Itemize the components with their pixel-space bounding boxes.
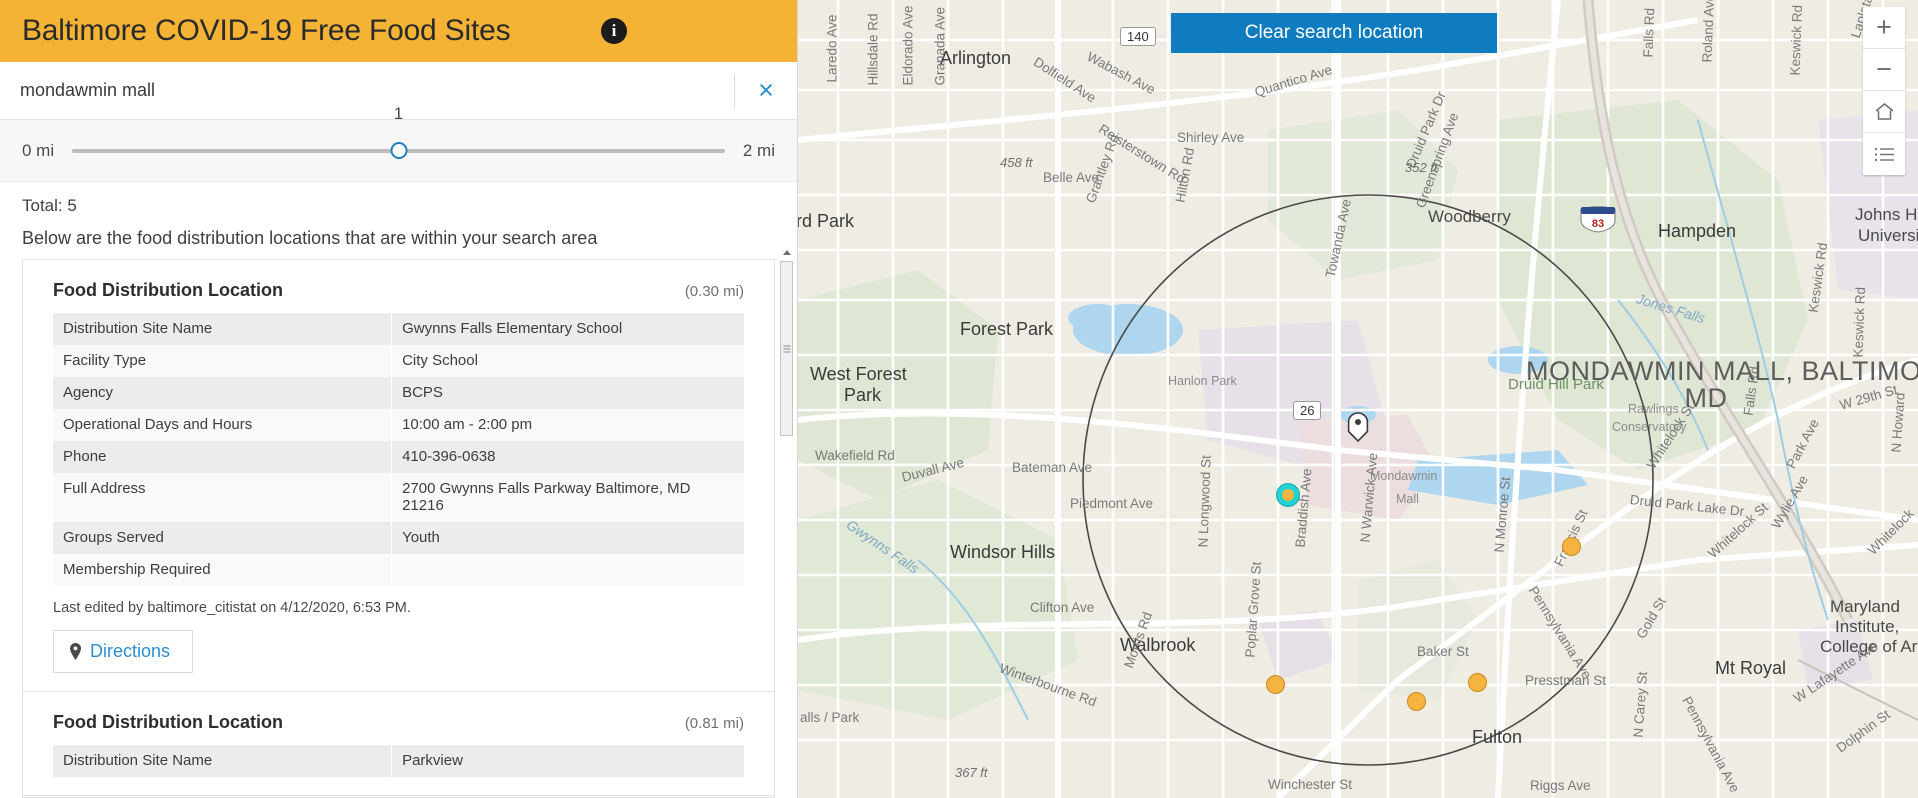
attribute-key: Facility Type xyxy=(53,344,393,377)
map-view[interactable]: Clear search location + − Arlington Fores… xyxy=(798,0,1918,798)
result-card-title: Food Distribution Location xyxy=(53,712,283,732)
table-row: Agency BCPS xyxy=(53,376,744,409)
attribute-value: City School xyxy=(391,344,744,377)
zoom-in-icon[interactable]: + xyxy=(1863,7,1905,49)
attribute-value: 410-396-0638 xyxy=(391,440,744,473)
result-card[interactable]: Food Distribution Location (0.30 mi) Distr… xyxy=(23,260,774,692)
attribute-key: Phone xyxy=(53,440,393,473)
table-row: Full Address 2700 Gwynns Falls Parkway Ba… xyxy=(53,472,744,522)
slider-value-label: 1 xyxy=(393,103,404,123)
info-icon[interactable]: i xyxy=(601,18,627,44)
table-row: Membership Required xyxy=(53,553,744,586)
clear-search-location-button[interactable]: Clear search location xyxy=(1171,13,1497,53)
clear-search-icon[interactable]: × xyxy=(735,62,797,119)
site-marker[interactable] xyxy=(1468,673,1487,692)
page-title: Baltimore COVID-19 Free Food Sites xyxy=(22,14,511,47)
attribute-key: Distribution Site Name xyxy=(53,745,393,777)
panel-scrollbar[interactable] xyxy=(780,245,793,793)
home-icon[interactable] xyxy=(1863,91,1905,133)
table-row: Distribution Site Name Parkview xyxy=(53,745,744,777)
attribute-value: Gwynns Falls Elementary School xyxy=(391,313,744,345)
attribute-key: Distribution Site Name xyxy=(53,313,393,345)
slider-track-wrap[interactable]: 1 xyxy=(72,104,725,168)
site-marker[interactable] xyxy=(1562,537,1581,556)
results-panel: Baltimore COVID-19 Free Food Sites i × 0… xyxy=(0,0,798,798)
scrollbar-grip-icon xyxy=(783,345,790,352)
result-card-header: Food Distribution Location (0.81 mi) xyxy=(53,712,744,733)
attribute-value: Parkview xyxy=(391,745,744,777)
basemap-graphics xyxy=(798,0,1918,798)
table-row: Facility Type City School xyxy=(53,344,744,377)
app-root: Baltimore COVID-19 Free Food Sites i × 0… xyxy=(0,0,1918,798)
legend-list-icon[interactable] xyxy=(1863,133,1905,175)
zoom-out-icon[interactable]: − xyxy=(1863,49,1905,91)
slider-min-label: 0 mi xyxy=(22,140,55,160)
directions-button-label: Directions xyxy=(90,641,171,661)
map-basemap xyxy=(798,0,1918,798)
attribute-value: Youth xyxy=(391,521,744,554)
attribute-value xyxy=(391,553,744,586)
search-location-pin-icon[interactable] xyxy=(1347,412,1369,443)
result-card[interactable]: Food Distribution Location (0.81 mi) Distr… xyxy=(23,692,774,796)
scrollbar-thumb[interactable] xyxy=(780,261,793,436)
attribute-key: Groups Served xyxy=(53,521,393,554)
attribute-key: Membership Required xyxy=(53,553,393,586)
result-card-distance: (0.81 mi) xyxy=(684,715,744,732)
selected-site-marker[interactable] xyxy=(1277,484,1299,506)
attribute-key: Agency xyxy=(53,376,393,409)
slider-max-label: 2 mi xyxy=(742,140,775,160)
map-controls: + − xyxy=(1863,7,1905,175)
result-card-header: Food Distribution Location (0.30 mi) xyxy=(53,280,744,301)
attribute-key: Operational Days and Hours xyxy=(53,408,393,441)
last-edited-text: Last edited by baltimore_citistat on 4/1… xyxy=(53,600,411,616)
attribute-key: Full Address xyxy=(53,472,393,522)
attribute-table: Distribution Site Name Gwynns Falls Eleme… xyxy=(53,313,744,586)
result-card-distance: (0.30 mi) xyxy=(684,283,744,300)
attribute-table: Distribution Site Name Parkview xyxy=(53,745,744,777)
search-input[interactable] xyxy=(0,62,734,119)
map-pin-icon xyxy=(70,643,81,660)
slider-handle[interactable] xyxy=(390,142,407,159)
table-row: Groups Served Youth xyxy=(53,521,744,554)
results-description: Below are the food distribution location… xyxy=(22,228,598,248)
result-card-title: Food Distribution Location xyxy=(53,280,283,300)
total-count: Total: 5 xyxy=(22,196,77,215)
attribute-value: 2700 Gwynns Falls Parkway Baltimore, MD … xyxy=(391,472,744,522)
site-marker[interactable] xyxy=(1266,675,1285,694)
attribute-value: BCPS xyxy=(391,376,744,409)
table-row: Phone 410-396-0638 xyxy=(53,440,744,473)
results-scroll-area[interactable]: Food Distribution Location (0.30 mi) Distr… xyxy=(0,259,797,798)
directions-button[interactable]: Directions xyxy=(53,630,194,673)
table-row: Operational Days and Hours 10:00 am - 2:0… xyxy=(53,408,744,441)
site-marker[interactable] xyxy=(1407,692,1426,711)
table-row: Distribution Site Name Gwynns Falls Eleme… xyxy=(53,313,744,345)
distance-slider: 0 mi 1 2 mi xyxy=(0,104,797,182)
results-list: Food Distribution Location (0.30 mi) Distr… xyxy=(22,259,775,798)
scroll-up-arrow-icon[interactable] xyxy=(780,245,793,259)
panel-header: Baltimore COVID-19 Free Food Sites i xyxy=(0,0,797,62)
attribute-value: 10:00 am - 2:00 pm xyxy=(391,408,744,441)
